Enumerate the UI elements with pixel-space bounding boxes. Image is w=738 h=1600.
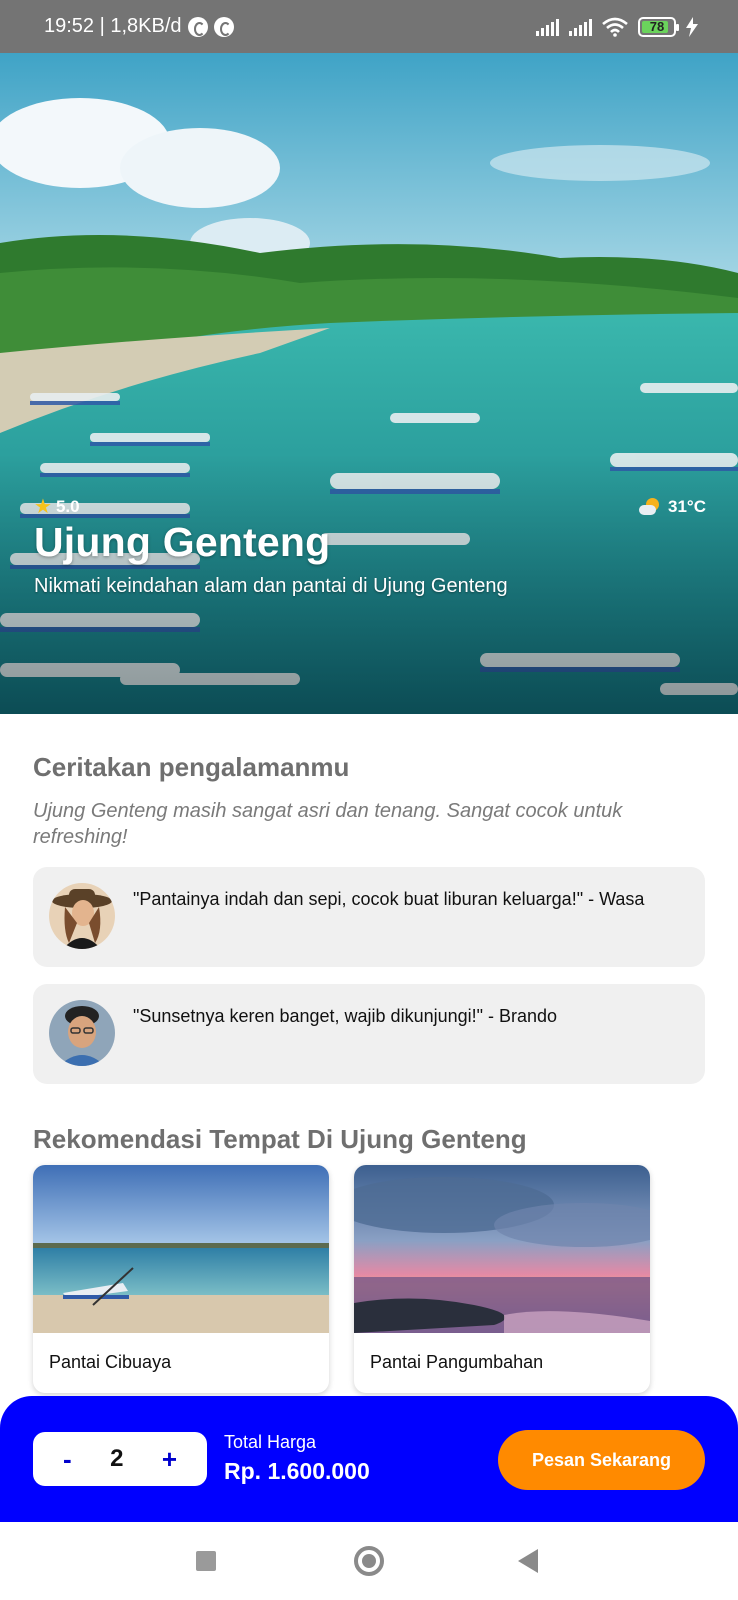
decrease-button[interactable]: -	[63, 1444, 72, 1475]
notification-icon	[187, 16, 208, 37]
page-subtitle: Nikmati keindahan alam dan pantai di Uju…	[34, 575, 508, 597]
order-button[interactable]: Pesan Sekarang	[498, 1430, 705, 1490]
status-time: 19:52 | 1,8KB/d	[44, 15, 182, 37]
review-card: "Sunsetnya keren banget, wajib dikunjung…	[33, 984, 705, 1084]
temperature-value: 31°C	[668, 497, 706, 516]
avatar	[49, 1000, 115, 1066]
battery-icon: 78	[638, 16, 679, 37]
experience-text: Ujung Genteng masih sangat asri dan tena…	[33, 800, 623, 848]
weather: 31°C	[638, 497, 706, 517]
review-card: "Pantainya indah dan sepi, cocok buat li…	[33, 867, 705, 967]
signal-icon	[536, 18, 559, 36]
status-right: 78	[536, 16, 698, 37]
recents-button[interactable]	[166, 1522, 246, 1600]
hero-banner: ★ 5.0 31°C Ujung Genteng Nikmati keindah…	[0, 53, 738, 714]
battery-level: 78	[649, 19, 665, 34]
partly-sunny-icon	[638, 497, 662, 517]
home-button[interactable]	[329, 1522, 409, 1600]
status-bar: 19:52 | 1,8KB/d 78	[0, 0, 738, 53]
booking-bar: - 2 + Total Harga Rp. 1.600.000 Pesan Se…	[0, 1396, 738, 1522]
page-title: Ujung Genteng	[34, 519, 331, 565]
total-value: Rp. 1.600.000	[224, 1458, 370, 1484]
experience-heading: Ceritakan pengalamanmu	[33, 752, 350, 782]
place-card[interactable]: Pantai Pangumbahan	[354, 1165, 650, 1393]
signal-icon-2	[569, 18, 592, 36]
circle-icon	[354, 1546, 384, 1576]
square-icon	[196, 1551, 216, 1571]
star-icon: ★	[34, 496, 52, 518]
place-name: Pantai Cibuaya	[49, 1352, 172, 1372]
place-card[interactable]: Pantai Cibuaya	[33, 1165, 329, 1393]
increase-button[interactable]: +	[162, 1444, 177, 1475]
review-text: "Pantainya indah dan sepi, cocok buat li…	[133, 889, 645, 909]
back-triangle-icon	[518, 1549, 538, 1573]
quantity-stepper: - 2 +	[33, 1432, 207, 1486]
review-text: "Sunsetnya keren banget, wajib dikunjung…	[133, 1006, 558, 1026]
total-label: Total Harga	[224, 1432, 317, 1452]
wifi-icon	[602, 17, 628, 37]
avatar	[49, 883, 115, 949]
rating: ★ 5.0	[34, 497, 80, 517]
charging-icon	[686, 16, 698, 37]
back-button[interactable]	[488, 1522, 568, 1600]
rating-value: 5.0	[55, 497, 80, 516]
quantity-value: 2	[110, 1445, 124, 1472]
place-photo	[354, 1165, 650, 1333]
system-nav-bar	[0, 1522, 738, 1600]
status-left: 19:52 | 1,8KB/d	[44, 15, 234, 38]
place-name: Pantai Pangumbahan	[370, 1352, 544, 1372]
place-photo	[33, 1165, 329, 1333]
recommendations-heading: Rekomendasi Tempat Di Ujung Genteng	[33, 1124, 527, 1154]
notification-icon-2	[213, 16, 234, 37]
